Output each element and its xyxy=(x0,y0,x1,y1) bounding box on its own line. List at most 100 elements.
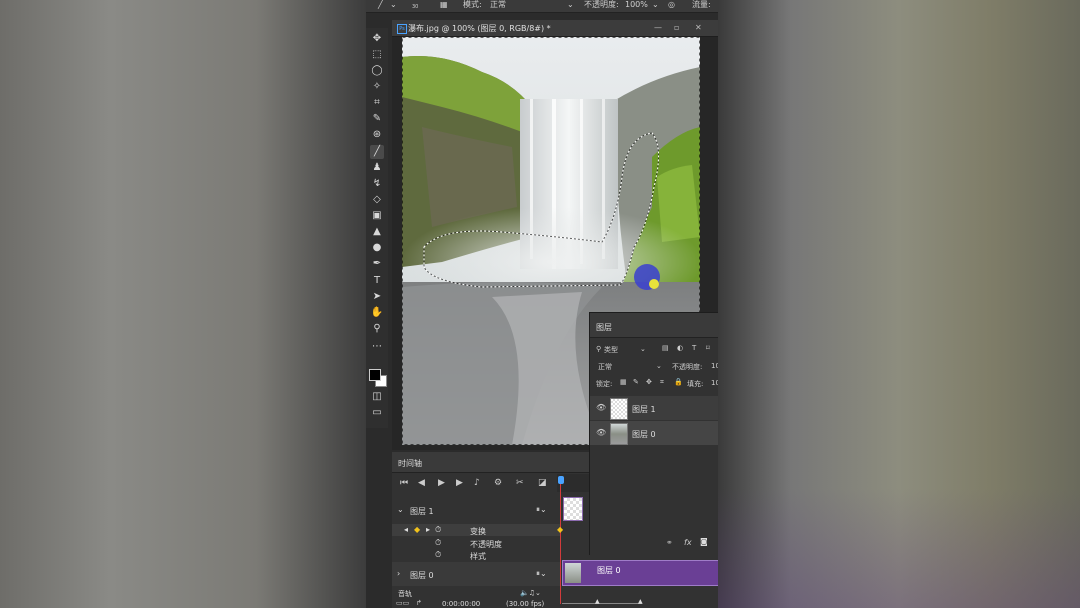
layer-row-0[interactable]: 👁 图层 0 xyxy=(590,421,718,445)
visibility-eye-icon[interactable]: 👁 xyxy=(596,403,606,412)
eyedropper-tool-icon[interactable]: ✎ xyxy=(370,112,384,126)
prev-keyframe-icon[interactable]: ◂ xyxy=(404,525,408,534)
marquee-tool-icon[interactable]: ⬚ xyxy=(370,48,384,62)
next-keyframe-icon[interactable]: ▸ xyxy=(426,525,430,534)
blend-mode-select[interactable]: 正常 xyxy=(598,362,612,372)
dodge-tool-icon[interactable]: ● xyxy=(370,241,384,255)
lock-image-icon[interactable]: ✎ xyxy=(633,378,639,386)
lock-all-icon[interactable]: 🔒 xyxy=(674,378,683,386)
convert-animation-icon[interactable]: ↱ xyxy=(416,599,422,607)
zoom-slider[interactable] xyxy=(562,603,642,604)
transition-icon[interactable]: ◪ xyxy=(538,478,547,488)
visibility-eye-icon[interactable]: 👁 xyxy=(596,428,606,437)
property-style[interactable]: ⏱ 样式 xyxy=(392,549,560,561)
layer-opacity-field[interactable]: 10 xyxy=(711,362,718,370)
layers-panel-title[interactable]: 图层 xyxy=(596,322,612,333)
brush-tool-icon[interactable]: ╱ xyxy=(370,145,384,159)
type-tool-icon[interactable]: T xyxy=(370,274,384,288)
opacity-field[interactable]: 100% xyxy=(625,0,648,9)
property-style-label: 样式 xyxy=(470,552,486,561)
layer-row-1[interactable]: 👁 图层 1 xyxy=(590,396,718,420)
zoom-tool-icon[interactable]: ⚲ xyxy=(370,322,384,336)
audio-toggle-icon[interactable]: ♪ xyxy=(474,478,480,488)
zoom-slider-thumb[interactable]: ▲ xyxy=(595,598,600,605)
path-select-tool-icon[interactable]: ➤ xyxy=(370,290,384,304)
eraser-tool-icon[interactable]: ◇ xyxy=(370,193,384,207)
filter-type-icon[interactable]: T xyxy=(692,344,696,352)
more-tools-icon[interactable]: ⋯ xyxy=(370,340,384,354)
patch-tool-icon[interactable]: ⊛ xyxy=(370,128,384,142)
track-layer-0-label: 图层 0 xyxy=(410,571,434,580)
previous-frame-icon[interactable]: ◀ xyxy=(418,478,425,488)
property-opacity[interactable]: ⏱ 不透明度 xyxy=(392,537,560,549)
fx-icon[interactable]: fx xyxy=(684,538,692,547)
clip-layer-1[interactable] xyxy=(563,497,583,521)
quick-mask-icon[interactable]: ◫ xyxy=(370,390,384,404)
keyframe-icon[interactable]: ◆ xyxy=(414,525,420,534)
speaker-icon[interactable]: 🔈♫⌄ xyxy=(520,589,541,597)
add-mask-icon[interactable]: ◙ xyxy=(700,537,708,546)
playhead-line xyxy=(560,484,561,604)
filter-pixel-icon[interactable]: ▤ xyxy=(662,344,669,352)
chevron-down-icon[interactable]: ⌄ xyxy=(652,0,659,9)
chevron-down-icon[interactable]: ⌄ xyxy=(656,362,662,370)
timeline-title[interactable]: 时间轴 xyxy=(398,458,422,469)
clip-layer-0[interactable]: 图层 0 xyxy=(562,560,718,586)
pen-tool-icon[interactable]: ✒ xyxy=(370,257,384,271)
close-icon[interactable]: ✕ xyxy=(695,23,702,32)
minimize-icon[interactable]: — xyxy=(654,23,662,32)
pressure-opacity-icon[interactable]: ◎ xyxy=(668,0,675,9)
history-brush-tool-icon[interactable]: ↯ xyxy=(370,177,384,191)
fill-field[interactable]: 10 xyxy=(711,379,718,387)
foreground-color-swatch[interactable] xyxy=(369,369,381,381)
track-options-icon[interactable]: ⏸⌄ xyxy=(536,569,547,579)
next-frame-icon[interactable]: ▶ xyxy=(456,478,463,488)
chevron-down-icon[interactable]: ⌄ xyxy=(567,0,574,9)
blur-tool-icon[interactable]: ▲ xyxy=(370,225,384,239)
chevron-down-icon[interactable]: ⌄ xyxy=(397,505,404,514)
filter-shape-icon[interactable]: ⌑ xyxy=(706,344,710,352)
chevron-down-icon[interactable]: ⌄ xyxy=(390,0,397,9)
stamp-tool-icon[interactable]: ♟ xyxy=(370,161,384,175)
photoshop-window: ╱ ⌄ 30 ▦ 模式: 正常 ⌄ 不透明度: 100% ⌄ ◎ 流量: ✥ ⬚… xyxy=(366,0,718,608)
filter-adjustment-icon[interactable]: ◐ xyxy=(677,344,683,352)
layer-filter-select[interactable]: 类型 xyxy=(604,345,618,355)
stopwatch-icon[interactable]: ⏱ xyxy=(435,525,441,535)
track-layer-1[interactable]: ⌄ 图层 1 ⏸⌄ xyxy=(392,502,560,520)
mode-select[interactable]: 正常 xyxy=(490,0,506,9)
render-video-icon[interactable]: ▭▭ xyxy=(396,599,409,607)
track-options-icon[interactable]: ⏸⌄ xyxy=(536,505,547,515)
playhead[interactable] xyxy=(558,476,564,484)
layer-0-thumbnail xyxy=(610,423,628,445)
chevron-right-icon[interactable]: › xyxy=(397,569,400,578)
property-transform[interactable]: ◂ ◆ ▸ ⏱ 变换 xyxy=(392,524,560,536)
maximize-icon[interactable]: ▫ xyxy=(674,23,679,32)
gradient-tool-icon[interactable]: ▣ xyxy=(370,209,384,223)
move-tool-icon[interactable]: ✥ xyxy=(370,32,384,46)
stopwatch-icon[interactable]: ⏱ xyxy=(435,550,441,560)
magic-wand-tool-icon[interactable]: ✧ xyxy=(370,80,384,94)
chevron-down-icon[interactable]: ⌄ xyxy=(640,345,646,353)
stopwatch-icon[interactable]: ⏱ xyxy=(435,538,441,548)
crop-tool-icon[interactable]: ⌗ xyxy=(370,96,384,110)
lock-transparent-icon[interactable]: ▦ xyxy=(620,378,627,386)
settings-icon[interactable]: ⚙ xyxy=(494,478,502,488)
audio-track[interactable]: 音轨 🔈♫⌄ xyxy=(392,589,560,599)
track-layer-0[interactable]: › 图层 0 ⏸⌄ xyxy=(392,562,560,586)
brush-settings-icon[interactable]: ▦ xyxy=(440,0,448,9)
property-transform-label: 变换 xyxy=(470,527,486,536)
play-icon[interactable]: ▶ xyxy=(438,478,445,488)
document-tab[interactable]: Ps 瀑布.jpg @ 100% (图层 0, RGB/8#) * — ▫ ✕ xyxy=(392,20,718,37)
keyframe-marker[interactable]: ◆ xyxy=(557,525,563,534)
lasso-tool-icon[interactable]: ◯ xyxy=(370,64,384,78)
layer-0-name: 图层 0 xyxy=(632,430,656,439)
link-layers-icon[interactable]: ⚭ xyxy=(666,538,673,547)
hand-tool-icon[interactable]: ✋ xyxy=(370,306,384,320)
split-clip-icon[interactable]: ✂ xyxy=(516,478,524,488)
go-to-first-frame-icon[interactable]: ⏮ xyxy=(400,478,408,488)
screen-mode-icon[interactable]: ▭ xyxy=(370,406,384,420)
lock-position-icon[interactable]: ✥ xyxy=(646,378,652,386)
brush-icon[interactable]: ╱ xyxy=(378,0,383,9)
lock-artboard-icon[interactable]: ⌗ xyxy=(660,378,664,387)
zoom-in-icon[interactable]: ▲ xyxy=(638,598,643,605)
